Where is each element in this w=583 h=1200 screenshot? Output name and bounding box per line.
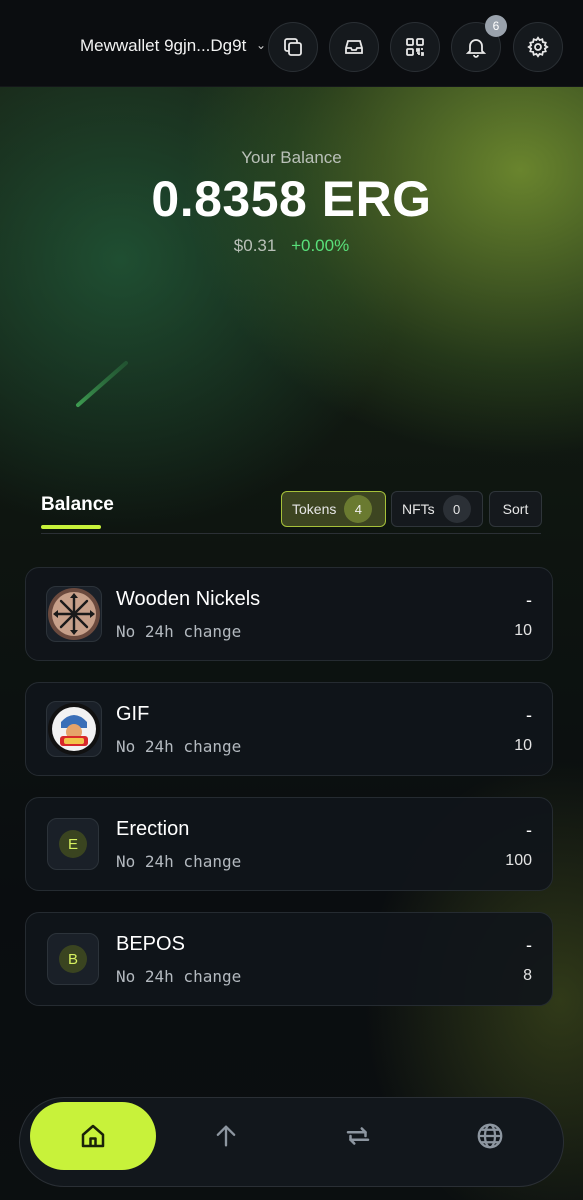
token-amount: 10 <box>514 622 532 639</box>
balance-sparkline <box>76 361 128 407</box>
nav-home-button[interactable] <box>30 1102 156 1170</box>
token-card-erection[interactable]: E Erection No 24h change - 100 <box>25 797 553 891</box>
copy-address-button[interactable] <box>268 22 318 72</box>
token-change: No 24h change <box>116 852 242 871</box>
token-name: Erection <box>116 818 190 840</box>
nfts-filter-chip[interactable]: NFTs 0 <box>391 491 483 527</box>
price-change: +0.00% <box>291 236 350 255</box>
token-avatar <box>46 586 102 642</box>
settings-button[interactable] <box>513 22 563 72</box>
sort-button[interactable]: Sort <box>489 491 542 527</box>
token-name: BEPOS <box>116 933 185 955</box>
token-amount: 8 <box>523 967 532 984</box>
notification-badge: 6 <box>485 15 507 37</box>
tab-balance[interactable]: Balance <box>41 494 114 516</box>
balance-amount: 0.8358 ERG <box>151 171 432 227</box>
nav-browser-button[interactable] <box>450 1102 530 1170</box>
token-change: No 24h change <box>116 622 242 641</box>
qr-code-button[interactable] <box>390 22 440 72</box>
balance-label: Your Balance <box>241 148 342 167</box>
qr-code-icon <box>406 38 424 56</box>
globe-icon <box>477 1123 503 1149</box>
token-fiat-value: - <box>526 590 532 610</box>
tab-active-indicator <box>41 525 101 529</box>
home-icon <box>81 1124 105 1148</box>
token-name: GIF <box>116 703 150 725</box>
asset-tabs: Balance Tokens 4 NFTs 0 Sort <box>41 490 542 534</box>
inbox-icon <box>345 40 363 54</box>
gear-icon <box>527 36 549 58</box>
token-amount: 10 <box>514 737 532 754</box>
token-avatar <box>46 701 102 757</box>
token-letter-icon: B <box>59 945 87 973</box>
fiat-row: $0.31 +0.00% <box>0 236 583 256</box>
token-fiat-value: - <box>526 935 532 955</box>
copy-icon <box>284 38 302 56</box>
inbox-button[interactable] <box>329 22 379 72</box>
token-fiat-value: - <box>526 820 532 840</box>
nfts-chip-label: NFTs <box>402 501 435 517</box>
token-fiat-value: - <box>526 705 532 725</box>
nav-swap-button[interactable] <box>318 1102 398 1170</box>
wooden-nickels-icon <box>48 588 100 640</box>
tokens-chip-label: Tokens <box>292 501 337 517</box>
bottom-navigation <box>19 1097 564 1187</box>
nav-send-button[interactable] <box>186 1102 266 1170</box>
top-bar: Mewwallet 9gjn...Dg9t ⌄ 6 <box>0 0 583 87</box>
send-arrow-icon <box>216 1125 236 1147</box>
token-change: No 24h change <box>116 967 242 986</box>
fiat-value: $0.31 <box>233 236 277 255</box>
token-avatar: E <box>47 818 99 870</box>
tokens-filter-chip[interactable]: Tokens 4 <box>281 491 386 527</box>
nfts-count-badge: 0 <box>442 495 471 523</box>
token-change: No 24h change <box>116 737 242 756</box>
token-card-gif[interactable]: GIF No 24h change - 10 <box>25 682 553 776</box>
token-card-bepos[interactable]: B BEPOS No 24h change - 8 <box>25 912 553 1006</box>
sort-label: Sort <box>502 501 529 517</box>
wallet-selector[interactable]: Mewwallet 9gjn...Dg9t <box>80 36 246 56</box>
bell-icon <box>465 39 487 58</box>
token-card-wooden-nickels[interactable]: Wooden Nickels No 24h change - 10 <box>25 567 553 661</box>
token-letter-icon: E <box>59 830 87 858</box>
tab-divider <box>41 533 541 534</box>
swap-icon <box>346 1127 370 1145</box>
token-name: Wooden Nickels <box>116 588 261 610</box>
tokens-count-badge: 4 <box>344 495 373 523</box>
chevron-down-icon[interactable]: ⌄ <box>256 38 266 52</box>
token-amount: 100 <box>505 852 532 869</box>
token-avatar: B <box>47 933 99 985</box>
gif-token-icon <box>48 703 100 755</box>
